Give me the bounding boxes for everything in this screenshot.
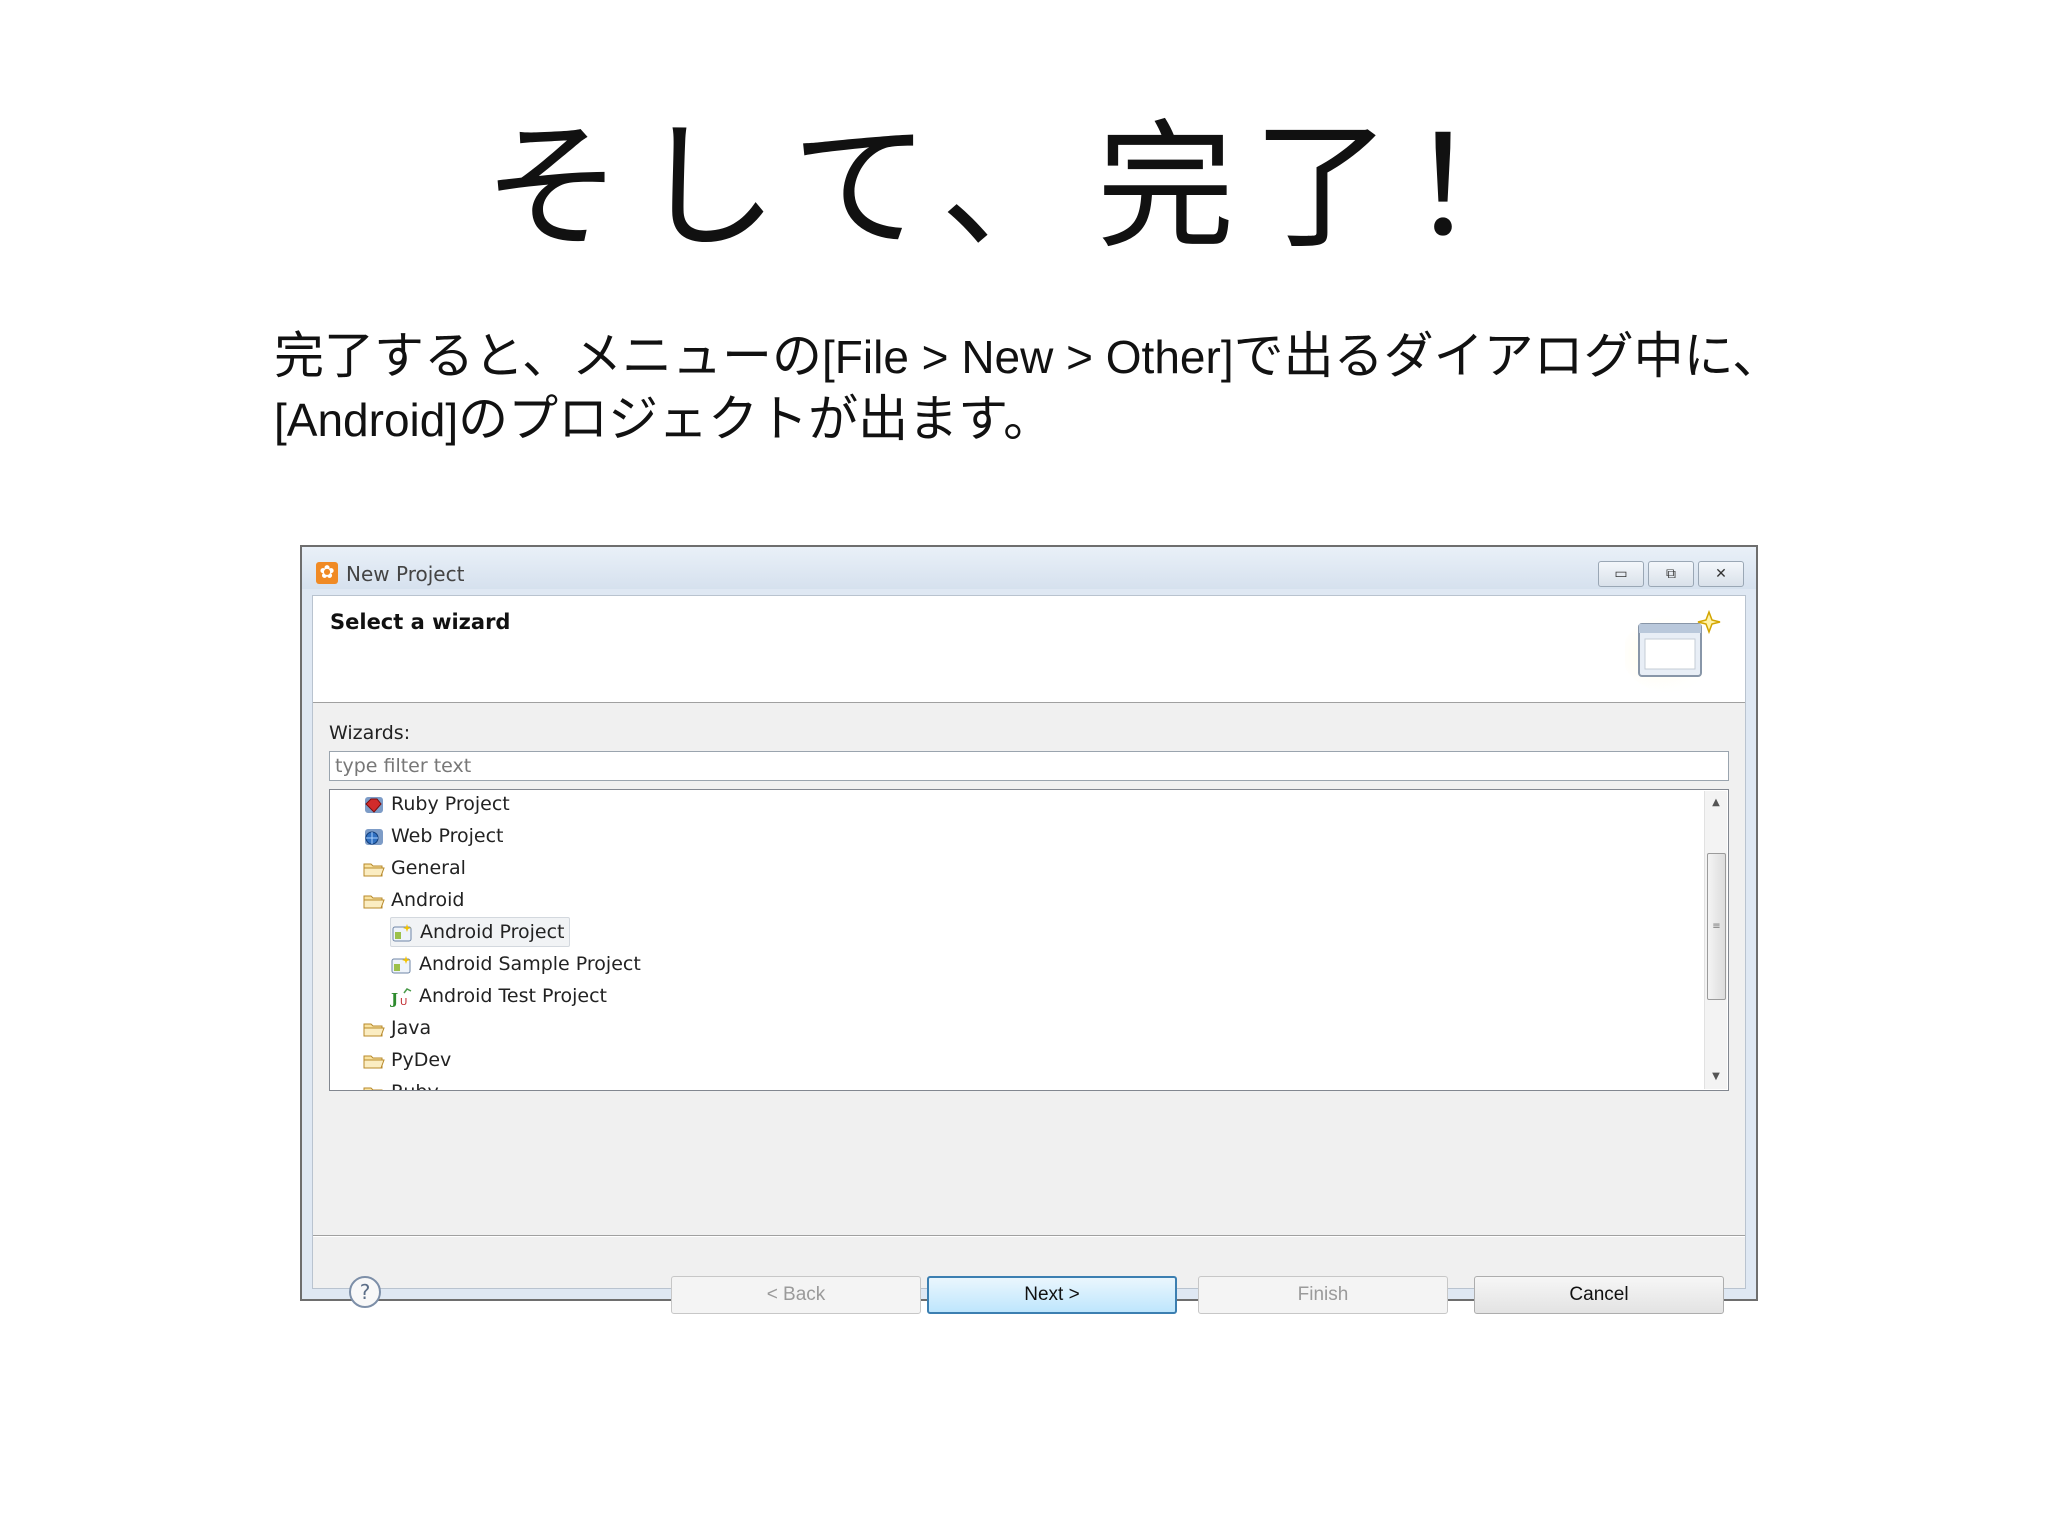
tree-item-label: Ruby Project xyxy=(391,793,510,815)
tree-item-label: Web Project xyxy=(391,825,504,847)
tree-item-label: Android xyxy=(391,889,465,911)
wizard-banner: Select a wizard xyxy=(313,596,1745,703)
body-line-1: 完了すると、メニューの[File > New > Other]で出るダイアログ中… xyxy=(274,325,1834,388)
tree-item-general[interactable]: General xyxy=(362,854,466,882)
banner-title: Select a wizard xyxy=(330,610,511,634)
finish-button[interactable]: Finish xyxy=(1198,1276,1448,1314)
tree-item-label: PyDev xyxy=(391,1049,452,1071)
folder-icon xyxy=(363,1087,383,1090)
minimize-button[interactable]: ▭ xyxy=(1598,561,1644,587)
folder-icon xyxy=(363,1023,385,1036)
tree-item-label: Ruby xyxy=(391,1081,439,1090)
window-title: New Project xyxy=(346,562,465,586)
tree-item-android[interactable]: Android xyxy=(362,886,464,914)
android-project-icon xyxy=(391,955,411,973)
android-text: [Android] xyxy=(274,394,459,446)
svg-text:J: J xyxy=(390,990,398,1007)
tree-item-android-test-project[interactable]: J U Android Test Project xyxy=(390,982,607,1010)
dialog-content: Select a wizard Wizards: Ruby Project We… xyxy=(312,595,1746,1314)
button-bar-separator xyxy=(313,1235,1745,1237)
help-icon[interactable]: ? xyxy=(349,1276,381,1308)
filter-input[interactable] xyxy=(329,751,1729,781)
android-project-icon xyxy=(392,923,412,941)
dialog-titlebar[interactable]: ✿ New Project ▭ ⧉ ✕ xyxy=(302,547,1756,589)
eclipse-app-icon: ✿ xyxy=(316,562,338,584)
tree-item-ruby-project[interactable]: Ruby Project xyxy=(362,790,510,818)
tree-scrollbar[interactable]: ▲ ≡ ▼ xyxy=(1704,791,1727,1089)
tree-item-label: General xyxy=(391,857,466,879)
maximize-button[interactable]: ⧉ xyxy=(1648,561,1694,587)
folder-icon xyxy=(363,1055,385,1068)
tree-item-label: Android Test Project xyxy=(419,985,607,1007)
close-button[interactable]: ✕ xyxy=(1698,561,1744,587)
tree-item-label: Android Project xyxy=(420,921,565,943)
body-line-2: [Android]のプロジェクトが出ます。 xyxy=(274,388,1834,451)
tree-item-android-sample-project[interactable]: Android Sample Project xyxy=(390,950,641,978)
scroll-down-arrow-icon[interactable]: ▼ xyxy=(1705,1067,1727,1087)
folder-icon xyxy=(363,863,385,876)
slide-body: 完了すると、メニューの[File > New > Other]で出るダイアログ中… xyxy=(274,325,1834,451)
scroll-up-arrow-icon[interactable]: ▲ xyxy=(1705,793,1727,813)
body-text-1c: で出るダイアログ中に、 xyxy=(1233,327,1783,385)
tree-item-label: Android Sample Project xyxy=(419,953,641,975)
folder-icon xyxy=(363,895,385,908)
new-project-dialog: ✿ New Project ▭ ⧉ ✕ Select a wizard Wiza… xyxy=(300,545,1758,1314)
tree-item-label: Java xyxy=(391,1017,432,1039)
tree-item-ruby[interactable]: Ruby xyxy=(362,1078,439,1090)
junit-icon: JU xyxy=(390,987,412,1007)
wizard-tree[interactable]: Ruby Project Web Project General Android… xyxy=(329,789,1729,1091)
back-button[interactable]: < Back xyxy=(671,1276,921,1314)
ruby-project-icon xyxy=(365,796,383,813)
new-wizard-icon xyxy=(1625,609,1721,692)
menu-path-text: [File > New > Other] xyxy=(822,331,1234,383)
tree-item-web-project[interactable]: Web Project xyxy=(362,822,503,850)
body-text-2b: のプロジェクトが出ます。 xyxy=(458,390,1054,448)
slide-title: そして、完了！ xyxy=(483,107,1565,268)
web-project-icon xyxy=(365,828,383,845)
tree-item-java[interactable]: Java xyxy=(362,1014,431,1042)
tree-item-android-project[interactable]: Android Project xyxy=(390,917,570,947)
cancel-button[interactable]: Cancel xyxy=(1474,1276,1724,1314)
tree-item-pydev[interactable]: PyDev xyxy=(362,1046,451,1074)
scroll-thumb[interactable]: ≡ xyxy=(1707,853,1726,1000)
svg-text:U: U xyxy=(400,997,407,1007)
wizards-label: Wizards: xyxy=(329,722,411,744)
body-text-1a: 完了すると、メニューの xyxy=(274,327,822,385)
next-button[interactable]: Next > xyxy=(927,1276,1177,1314)
